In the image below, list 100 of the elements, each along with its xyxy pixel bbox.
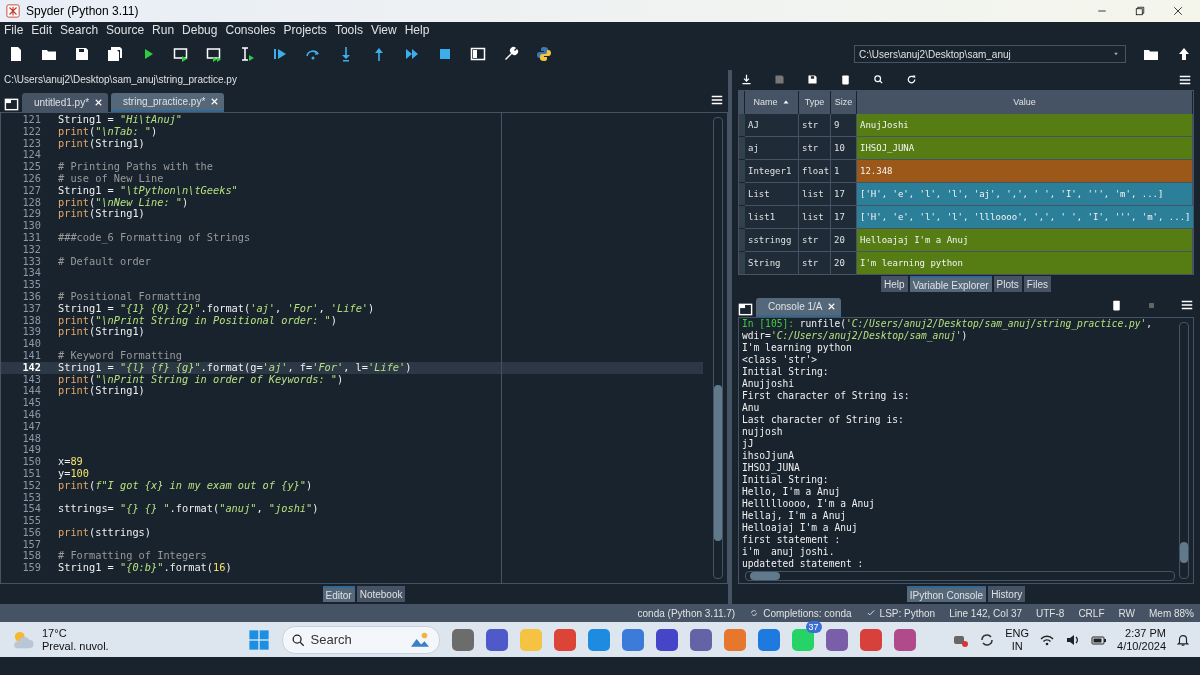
menu-item[interactable]: Projects bbox=[283, 23, 327, 37]
sort-arrow-icon[interactable] bbox=[781, 98, 790, 107]
clipboard-icon[interactable] bbox=[839, 73, 852, 87]
line-number: 133 bbox=[21, 255, 41, 268]
app-icon[interactable] bbox=[825, 628, 848, 651]
code-line: print("\nNew Line: ") bbox=[58, 196, 189, 209]
search-field[interactable]: Search bbox=[281, 625, 440, 654]
up-arrow-icon[interactable] bbox=[1176, 46, 1192, 62]
line-number: 134 bbox=[21, 267, 41, 280]
menu-item[interactable]: Edit bbox=[31, 23, 53, 37]
table-cell: 1 bbox=[831, 159, 857, 183]
table-cell: ['H', 'e', 'l', 'l', 'llloooo', ',', ' ', 'I', ''', 'm', ...] bbox=[857, 205, 1193, 229]
file-tab[interactable]: string_practice.py* bbox=[111, 93, 225, 112]
continue-icon[interactable] bbox=[404, 46, 420, 62]
pane-tab[interactable]: History bbox=[988, 586, 1026, 603]
wrench-icon[interactable] bbox=[503, 46, 519, 62]
save-as-icon[interactable] bbox=[806, 73, 819, 87]
menu-item[interactable]: File bbox=[4, 23, 24, 37]
menu-item[interactable]: Debug bbox=[182, 23, 218, 37]
column-header[interactable]: Value bbox=[1013, 97, 1036, 108]
sync-icon[interactable] bbox=[979, 631, 996, 648]
restore-icon[interactable] bbox=[1134, 5, 1146, 17]
code-line: String1 = "Hi\tAnuj" bbox=[58, 114, 182, 126]
menu-item[interactable]: Help bbox=[404, 23, 430, 37]
windows-logo-icon[interactable] bbox=[247, 628, 270, 651]
line-number: 121 bbox=[21, 114, 41, 126]
console-line: First character of String is: bbox=[742, 390, 911, 403]
table-cell: str bbox=[799, 228, 831, 252]
app-icon[interactable] bbox=[655, 628, 678, 651]
run-selection-icon[interactable] bbox=[239, 46, 255, 62]
close-icon[interactable] bbox=[1172, 5, 1184, 17]
code-line: print("\nTab: ") bbox=[58, 125, 158, 138]
pane-tab[interactable]: Help bbox=[881, 276, 908, 293]
code-line: print(sttrings) bbox=[58, 526, 151, 539]
pane-options-icon[interactable] bbox=[4, 97, 19, 112]
pane-options-icon[interactable] bbox=[738, 302, 753, 318]
pane-tab[interactable]: Notebook bbox=[356, 586, 406, 602]
line-number: 159 bbox=[21, 562, 41, 575]
pane-tab[interactable]: Variable Explorer bbox=[909, 276, 992, 293]
code-line: print("\nPrint String in order of Keywords: ") bbox=[58, 373, 344, 386]
console-tab[interactable]: Console 1/A bbox=[756, 298, 842, 318]
scrollbar[interactable] bbox=[745, 571, 1175, 582]
line-number: 158 bbox=[21, 550, 41, 563]
code-line: String1 = "{1} {0} {2}".format('aj', 'For', 'Life') bbox=[58, 302, 375, 315]
save-all-icon[interactable] bbox=[107, 46, 123, 62]
working-directory-field[interactable]: C:\Users\anuj2\Desktop\sam_anuj bbox=[854, 45, 1126, 63]
file-path: C:\Users\anuj2\Desktop\sam_anuj\string_practice.py bbox=[4, 73, 237, 85]
run-cell-advance-icon[interactable] bbox=[206, 46, 222, 62]
maximize-pane-icon[interactable] bbox=[470, 46, 486, 62]
scene-icon bbox=[408, 630, 431, 649]
window-title: Spyder (Python 3.11) bbox=[26, 4, 139, 18]
line-number: 126 bbox=[21, 173, 41, 185]
status-item: Completions: conda bbox=[763, 607, 852, 619]
menu-item[interactable]: Search bbox=[60, 23, 99, 37]
clipboard-icon[interactable] bbox=[1110, 298, 1123, 312]
code-line: ###code_6 Formatting of Strings bbox=[58, 231, 251, 244]
new-file-icon[interactable] bbox=[8, 46, 24, 62]
console-line: jJ bbox=[742, 438, 755, 451]
stop-icon[interactable] bbox=[437, 46, 453, 62]
menu-icon[interactable] bbox=[710, 93, 724, 107]
pane-tab[interactable]: Files bbox=[1023, 276, 1051, 293]
bell-icon[interactable] bbox=[1176, 632, 1190, 647]
scrollbar[interactable] bbox=[713, 117, 723, 579]
table-cell: AnujJoshi bbox=[857, 113, 1193, 137]
spyder-logo-icon bbox=[6, 4, 20, 18]
file-tab[interactable]: untitled1.py* bbox=[22, 93, 109, 112]
pane-tab[interactable]: Editor bbox=[322, 586, 355, 602]
scrollbar[interactable] bbox=[1179, 322, 1189, 580]
pane-tab[interactable]: IPython Console bbox=[906, 586, 987, 603]
line-number: 141 bbox=[21, 349, 41, 362]
debug-icon[interactable] bbox=[272, 46, 288, 62]
line-number: 129 bbox=[21, 208, 41, 221]
table-cell: list1 bbox=[745, 205, 799, 229]
code-line: sttrings= "{} {} ".format("anuj", "joshi") bbox=[58, 503, 319, 516]
python-icon[interactable] bbox=[536, 46, 552, 62]
pane-tab[interactable]: Plots bbox=[993, 276, 1022, 293]
line-number: 132 bbox=[21, 243, 41, 256]
code-editor[interactable] bbox=[0, 112, 728, 584]
line-number: 145 bbox=[21, 397, 41, 409]
run-cell-icon[interactable] bbox=[173, 46, 189, 62]
input-region[interactable]: IN bbox=[1011, 639, 1023, 653]
input-language[interactable]: ENG bbox=[1005, 626, 1030, 640]
app-icon[interactable] bbox=[893, 628, 916, 651]
clock-date[interactable]: 4/10/2024 bbox=[1117, 639, 1166, 653]
app-icon[interactable] bbox=[859, 628, 882, 651]
weather-condition: Preval. nuvol. bbox=[42, 639, 109, 653]
save-icon[interactable] bbox=[74, 46, 90, 62]
menu-item[interactable]: Source bbox=[106, 23, 145, 37]
code-line: print(String1) bbox=[58, 208, 145, 221]
app-icon[interactable] bbox=[757, 628, 780, 651]
console-line: Initial String: bbox=[742, 474, 830, 487]
console-output[interactable] bbox=[738, 317, 1194, 585]
menu-item[interactable]: Run bbox=[152, 23, 175, 37]
import-data-icon[interactable] bbox=[740, 73, 753, 87]
clock-time[interactable]: 2:37 PM bbox=[1125, 626, 1166, 640]
console-line: Anu bbox=[742, 402, 761, 415]
table-cell: list bbox=[799, 182, 831, 206]
menu-item[interactable]: View bbox=[370, 23, 397, 37]
menu-item[interactable]: Consoles bbox=[225, 23, 276, 37]
menu-item[interactable]: Tools bbox=[334, 23, 363, 37]
